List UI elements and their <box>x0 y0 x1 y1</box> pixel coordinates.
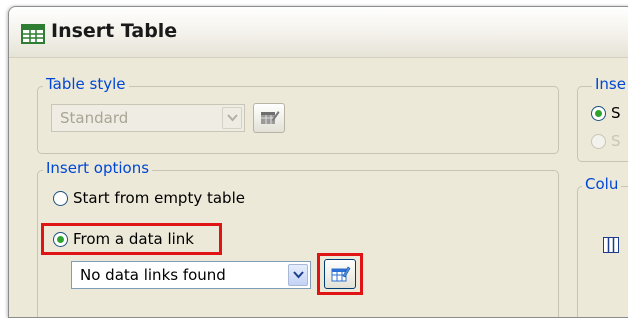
table-style-dialog-button[interactable] <box>253 103 285 133</box>
insert-options-legend: Insert options <box>43 159 153 177</box>
start-from-empty-radio-row[interactable]: Start from empty table <box>53 188 293 210</box>
table-edit-icon <box>261 111 280 124</box>
start-from-empty-radio[interactable] <box>53 191 68 206</box>
table-style-legend: Table style <box>43 75 129 93</box>
insert-table-dialog: Insert Table Table style Standard Insert… <box>8 6 628 318</box>
insertion-radio-1[interactable] <box>591 106 606 121</box>
chevron-down-icon[interactable] <box>222 107 242 129</box>
title-bar[interactable]: Insert Table <box>9 7 628 58</box>
column-row-settings-legend: Colu <box>582 175 622 193</box>
data-link-value: No data links found <box>80 266 226 284</box>
data-link-dropdown[interactable]: No data links found <box>71 261 311 289</box>
insertion-radio-2-label: S <box>611 132 621 150</box>
window-title: Insert Table <box>51 20 178 42</box>
insertion-radio-1-row[interactable]: S <box>591 103 628 125</box>
from-data-link-highlight <box>41 223 222 255</box>
data-link-button-highlight <box>317 253 363 295</box>
start-from-empty-label: Start from empty table <box>73 189 245 207</box>
insertion-radio-2 <box>591 134 606 149</box>
insertion-radio-1-label: S <box>611 104 621 122</box>
insertion-behavior-legend: Inse <box>592 75 628 93</box>
columns-icon <box>603 237 619 253</box>
table-style-dropdown[interactable]: Standard <box>51 104 245 132</box>
table-style-value: Standard <box>60 109 129 127</box>
table-app-icon <box>21 24 45 44</box>
insertion-radio-2-row: S <box>591 131 628 153</box>
chevron-down-icon[interactable] <box>288 264 308 286</box>
